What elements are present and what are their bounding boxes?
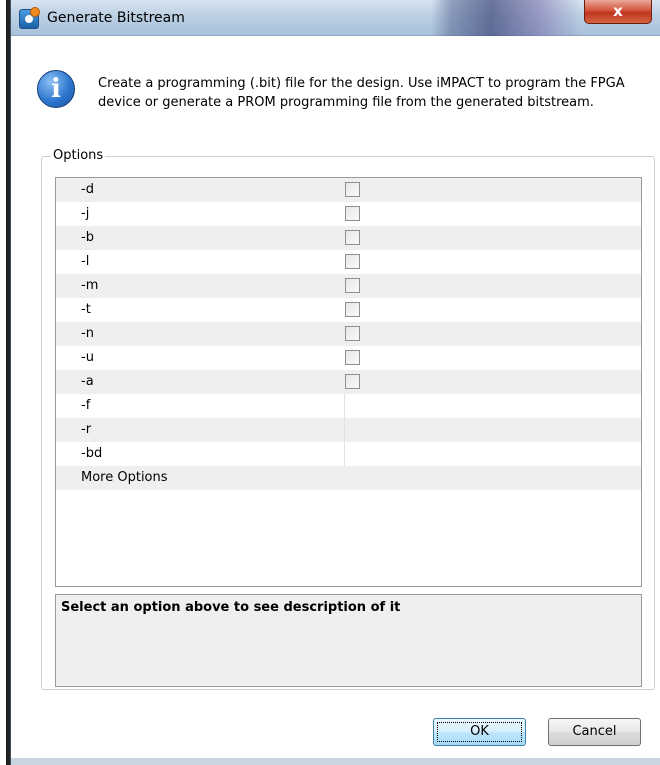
title-bar[interactable]: Generate Bitstream x <box>11 0 660 36</box>
option-checkbox[interactable] <box>345 182 360 197</box>
option-checkbox[interactable] <box>345 374 360 389</box>
option-row[interactable]: More Options <box>56 466 641 490</box>
generate-bitstream-dialog: Generate Bitstream x i Create a programm… <box>10 0 660 765</box>
option-row[interactable]: -a <box>56 370 641 394</box>
cancel-button[interactable]: Cancel <box>548 718 641 746</box>
option-name: -n <box>81 326 94 341</box>
dialog-description: Create a programming (.bit) file for the… <box>98 76 625 110</box>
option-value-field[interactable] <box>344 442 345 466</box>
option-name: -r <box>81 422 92 437</box>
option-name: -m <box>81 278 99 293</box>
window-bottom-edge <box>11 758 660 765</box>
option-checkbox[interactable] <box>345 230 360 245</box>
option-description-panel: Select an option above to see descriptio… <box>55 594 642 687</box>
info-icon: i <box>37 70 75 108</box>
option-row[interactable]: -d <box>56 178 641 202</box>
ok-button[interactable]: OK <box>433 718 526 746</box>
xilinx-app-icon <box>19 7 40 29</box>
ok-focus-outline <box>437 722 522 742</box>
option-name: -bd <box>81 446 103 461</box>
option-row[interactable]: -u <box>56 346 641 370</box>
option-checkbox[interactable] <box>345 278 360 293</box>
option-row[interactable]: -m <box>56 274 641 298</box>
option-value-field[interactable] <box>344 394 345 418</box>
option-row[interactable]: -t <box>56 298 641 322</box>
window-title: Generate Bitstream <box>47 10 185 26</box>
option-row[interactable]: -n <box>56 322 641 346</box>
option-checkbox[interactable] <box>345 326 360 341</box>
option-name: -d <box>81 182 94 197</box>
options-group-label: Options <box>51 148 106 163</box>
option-name: -t <box>81 302 91 317</box>
title-bar-glare <box>431 0 581 36</box>
option-row[interactable]: -l <box>56 250 641 274</box>
option-description-text: Select an option above to see descriptio… <box>61 600 401 615</box>
option-row[interactable]: -j <box>56 202 641 226</box>
option-row[interactable]: -r <box>56 418 641 442</box>
close-button[interactable]: x <box>584 0 652 24</box>
option-checkbox[interactable] <box>345 302 360 317</box>
option-name: -b <box>81 230 94 245</box>
option-checkbox[interactable] <box>345 206 360 221</box>
option-name: -j <box>81 206 90 221</box>
option-value-field[interactable] <box>344 418 345 442</box>
option-name: -u <box>81 350 94 365</box>
option-name: More Options <box>81 470 168 485</box>
option-checkbox[interactable] <box>345 254 360 269</box>
option-row[interactable]: -f <box>56 394 641 418</box>
option-name: -a <box>81 374 94 389</box>
option-row[interactable]: -b <box>56 226 641 250</box>
option-row[interactable]: -bd <box>56 442 641 466</box>
options-table: -d -j -b -l -m -t -n -u -a -f -r -bd More Options <box>55 177 642 587</box>
option-name: -f <box>81 398 91 413</box>
option-name: -l <box>81 254 90 269</box>
option-checkbox[interactable] <box>345 350 360 365</box>
